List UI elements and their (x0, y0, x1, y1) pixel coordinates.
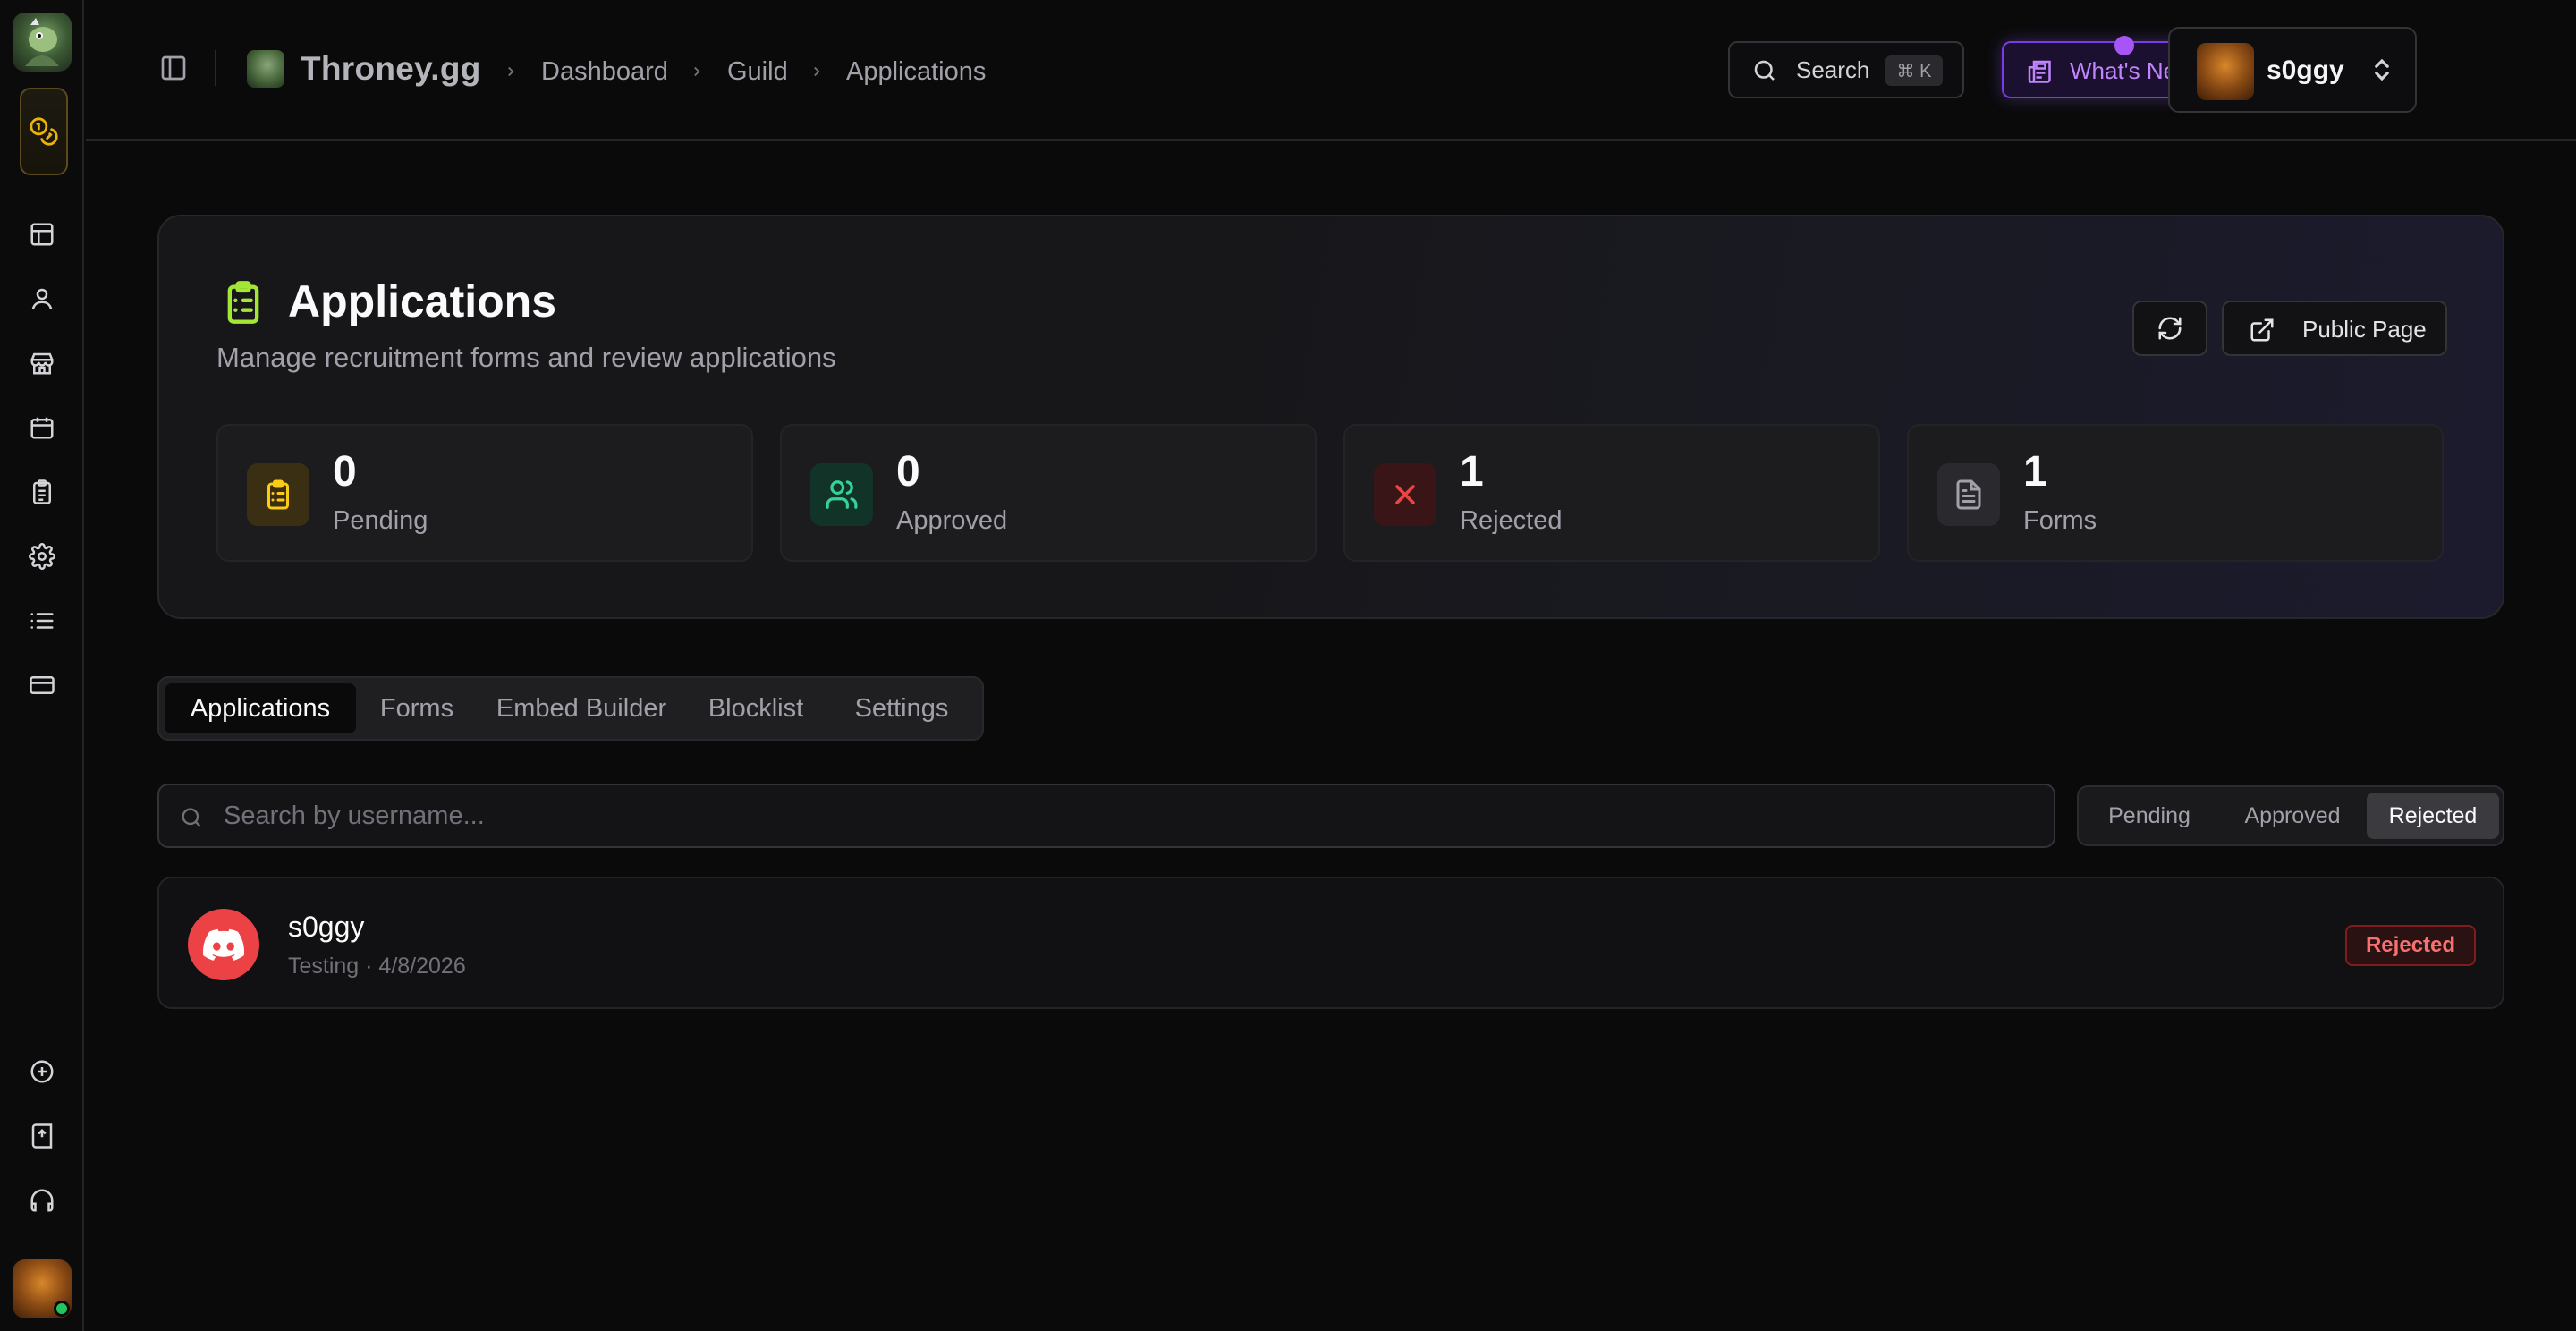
chevron-right-icon (501, 61, 521, 82)
filter-rejected[interactable]: Rejected (2367, 793, 2499, 839)
applications-overview-card: Applications Manage recruitment forms an… (157, 215, 2504, 619)
book-upload-icon (29, 1123, 55, 1149)
guild-logo[interactable] (13, 13, 72, 72)
sidebar-item-list[interactable] (20, 598, 64, 643)
username-search-input[interactable] (224, 794, 1995, 837)
stat-value: 1 (2023, 448, 2047, 496)
sidebar-item-store[interactable] (20, 341, 64, 386)
stat-label: Pending (333, 506, 428, 535)
stat-approved: 0 Approved (780, 424, 1317, 562)
list-icon (29, 607, 55, 634)
tab-embed-builder[interactable]: Embed Builder (478, 683, 685, 733)
sidebar-item-layout[interactable] (20, 212, 64, 257)
sidebar-item-applications[interactable] (20, 470, 64, 514)
sidebar (0, 0, 84, 1331)
sidebar-item-billing[interactable] (20, 663, 64, 708)
tab-blocklist[interactable]: Blocklist (689, 683, 823, 733)
online-status-indicator (54, 1301, 70, 1317)
breadcrumb-dashboard[interactable]: Dashboard (541, 57, 668, 87)
page-title: Applications (288, 276, 557, 326)
tab-applications[interactable]: Applications (165, 683, 356, 733)
file-text-icon (1937, 463, 2000, 526)
refresh-icon (2157, 315, 2183, 342)
application-meta: Testing · 4/8/2026 (288, 954, 466, 979)
status-badge: Rejected (2345, 925, 2476, 966)
stat-label: Forms (2023, 506, 2097, 535)
stat-label: Approved (896, 506, 1008, 535)
stat-forms: 1 Forms (1907, 424, 2444, 562)
search-icon (1751, 57, 1778, 84)
sidebar-item-coins[interactable] (20, 88, 68, 175)
plus-circle-icon (29, 1058, 55, 1085)
stat-rejected: 1 Rejected (1343, 424, 1880, 562)
applicant-username: s0ggy (288, 911, 365, 943)
newspaper-icon (2025, 57, 2052, 84)
search-icon (179, 805, 204, 830)
user-name: s0ggy (2267, 55, 2344, 85)
user-menu-button[interactable]: s0ggy (2168, 27, 2417, 113)
headphones-icon (29, 1187, 55, 1214)
stat-label: Rejected (1460, 506, 1563, 535)
search-shortcut-hint: ⌘ K (1885, 55, 1943, 86)
layout-icon (29, 221, 55, 248)
sidebar-item-user[interactable] (20, 276, 64, 321)
stat-pending: 0 Pending (216, 424, 753, 562)
stat-value: 0 (896, 448, 920, 496)
top-header: Throney.gg Dashboard Guild Applications … (86, 0, 2576, 141)
discord-icon (203, 928, 244, 961)
clipboard-list-icon (29, 479, 55, 505)
refresh-button[interactable] (2132, 301, 2207, 356)
tab-forms[interactable]: Forms (360, 683, 474, 733)
global-search-button[interactable]: Search ⌘ K (1728, 41, 1964, 98)
filter-pending[interactable]: Pending (2084, 793, 2215, 839)
chevrons-up-down-icon (2368, 55, 2395, 84)
breadcrumb-guild[interactable]: Guild (727, 57, 788, 87)
public-page-button[interactable]: Public Page (2222, 301, 2447, 356)
stat-value: 1 (1460, 448, 1484, 496)
brand-logo-icon (247, 50, 284, 88)
users-icon (810, 463, 873, 526)
user-icon (29, 285, 55, 312)
chevron-right-icon (807, 61, 826, 82)
sidebar-item-add[interactable] (20, 1049, 64, 1094)
external-link-icon (2249, 317, 2275, 343)
coins-icon (29, 116, 59, 147)
sidebar-item-settings[interactable] (20, 534, 64, 579)
panel-left-icon (159, 54, 188, 82)
gear-icon (29, 543, 55, 570)
sidebar-item-calendar[interactable] (20, 405, 64, 450)
x-icon (1374, 463, 1436, 526)
page-subtitle: Manage recruitment forms and review appl… (216, 342, 836, 373)
header-divider (215, 50, 216, 86)
public-page-label: Public Page (2302, 316, 2427, 343)
filter-approved[interactable]: Approved (2218, 793, 2367, 839)
sidebar-item-support[interactable] (20, 1178, 64, 1223)
store-icon (29, 350, 55, 377)
discord-avatar (188, 909, 259, 980)
sidebar-item-docs[interactable] (20, 1114, 64, 1158)
credit-card-icon (29, 672, 55, 699)
brand-name[interactable]: Throney.gg (301, 50, 481, 88)
breadcrumb-applications: Applications (846, 57, 987, 86)
user-avatar (2197, 43, 2254, 100)
status-filter-group: Pending Approved Rejected (2077, 785, 2504, 846)
chevron-right-icon (687, 61, 707, 82)
clipboard-icon (247, 463, 309, 526)
tab-settings[interactable]: Settings (826, 683, 977, 733)
tabs-bar: Applications Forms Embed Builder Blockli… (157, 676, 984, 741)
application-row[interactable]: s0ggy Testing · 4/8/2026 Rejected (157, 877, 2504, 1009)
search-button-label: Search (1796, 56, 1870, 83)
sidebar-toggle-button[interactable] (157, 52, 190, 84)
notification-dot (2114, 36, 2134, 55)
calendar-icon (29, 414, 55, 441)
clipboard-list-icon (220, 277, 267, 327)
stat-value: 0 (333, 448, 357, 496)
username-search (157, 784, 2055, 848)
